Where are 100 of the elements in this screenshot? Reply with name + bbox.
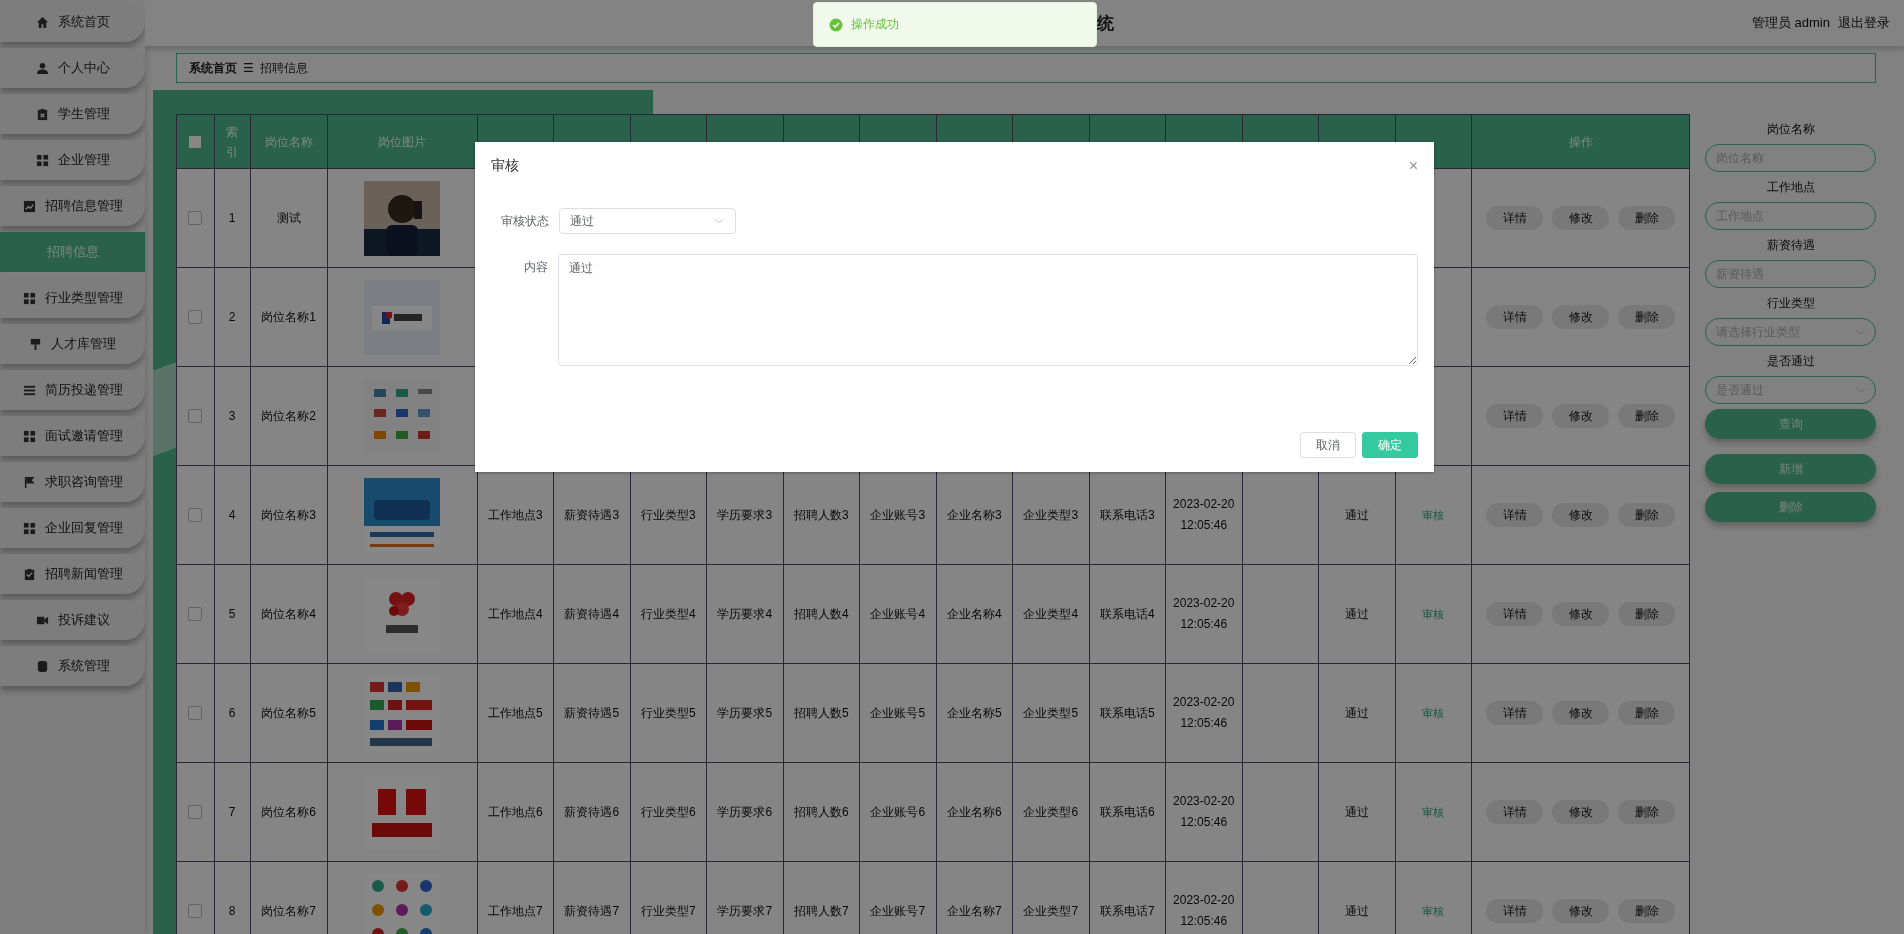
delete-button[interactable]: 删除 [1618, 503, 1675, 527]
sidebar-item[interactable]: 简历投递管理 [0, 370, 145, 410]
sidebar-item[interactable]: 求职咨询管理 [0, 462, 145, 502]
filter-label: 工作地点 [1765, 179, 1816, 196]
filter-label: 岗位名称 [1765, 121, 1816, 138]
table-cell: 企业名称5 [936, 663, 1013, 763]
app-title: 统 [1097, 12, 1115, 35]
sidebar-item[interactable]: 招聘信息管理 [0, 186, 145, 226]
status-select[interactable]: 通过 [559, 208, 736, 234]
sidebar-item[interactable]: 行业类型管理 [0, 278, 145, 318]
table-cell: 岗位名称1 [250, 267, 327, 367]
delete-button[interactable]: 删除 [1618, 602, 1675, 626]
delete-button[interactable]: 删除 [1618, 404, 1675, 428]
delete-button[interactable]: 删除 [1618, 701, 1675, 725]
row-checkbox[interactable] [188, 508, 202, 523]
details-button[interactable]: 详情 [1486, 899, 1543, 923]
select-all-checkbox[interactable] [189, 136, 201, 149]
table-cell: 薪资待遇5 [553, 663, 630, 763]
grid-icon [22, 521, 36, 535]
details-button[interactable]: 详情 [1486, 206, 1543, 230]
table-cell: 岗位名称5 [250, 663, 327, 763]
logout-link[interactable]: 退出登录 [1838, 14, 1890, 32]
edit-button[interactable]: 修改 [1552, 701, 1609, 725]
sidebar-item[interactable]: 学生管理 [0, 94, 145, 134]
table-cell: 2023-02-20 12:05:46 [1165, 564, 1242, 664]
sidebar-item[interactable]: 投诉建议 [0, 600, 145, 640]
chart-icon [22, 199, 36, 213]
table-cell: 招聘人数6 [783, 762, 860, 862]
row-checkbox[interactable] [188, 706, 202, 721]
audit-link[interactable]: 审核 [1422, 607, 1445, 620]
table-cell: 通过 [1318, 564, 1395, 664]
details-button[interactable]: 详情 [1486, 800, 1543, 824]
edit-button[interactable]: 修改 [1552, 305, 1609, 329]
person-icon [35, 61, 49, 75]
audit-link[interactable]: 审核 [1422, 706, 1445, 719]
delete-button[interactable]: 删除 [1618, 800, 1675, 824]
table-cell: 岗位名称2 [250, 366, 327, 466]
delete-button[interactable]: 删除 [1618, 305, 1675, 329]
table-cell: 联系电话4 [1089, 564, 1166, 664]
details-button[interactable]: 详情 [1486, 404, 1543, 428]
clipboard-icon [35, 107, 49, 121]
edit-button[interactable]: 修改 [1552, 899, 1609, 923]
grid-icon [22, 291, 36, 305]
grid-icon [35, 153, 49, 167]
details-button[interactable]: 详情 [1486, 602, 1543, 626]
column-header: 操作 [1471, 114, 1690, 169]
edit-button[interactable]: 修改 [1552, 800, 1609, 824]
table-cell: 联系电话5 [1089, 663, 1166, 763]
edit-button[interactable]: 修改 [1552, 206, 1609, 230]
table-cell: 2 [214, 267, 250, 367]
table-cell: 企业类型5 [1012, 663, 1089, 763]
sidebar-item[interactable]: 招聘新闻管理 [0, 554, 145, 594]
table-cell: 企业类型4 [1012, 564, 1089, 664]
delete-button[interactable]: 删除 [1618, 899, 1675, 923]
table-cell: 岗位名称6 [250, 762, 327, 862]
breadcrumb-link[interactable]: 系统首页 [189, 59, 237, 77]
row-checkbox[interactable] [188, 607, 202, 622]
row-checkbox[interactable] [188, 211, 202, 226]
content-field[interactable]: 通过 [558, 254, 1418, 366]
sidebar-item[interactable]: 人才库管理 [0, 324, 145, 364]
delete-button[interactable]: 删除 [1618, 206, 1675, 230]
table-cell: 行业类型4 [630, 564, 707, 664]
close-button[interactable]: × [1408, 153, 1418, 179]
audit-link[interactable]: 审核 [1422, 805, 1445, 818]
table-cell: 测试 [250, 168, 327, 268]
check-circle-icon [829, 17, 843, 32]
cancel-button[interactable]: 取消 [1300, 432, 1356, 458]
column-header: 岗位名称 [250, 114, 327, 169]
details-button[interactable]: 详情 [1486, 503, 1543, 527]
details-button[interactable]: 详情 [1486, 305, 1543, 329]
field-label: 内容 [523, 259, 549, 276]
admin-label: 管理员 admin [1751, 14, 1830, 32]
table-cell: 行业类型5 [630, 663, 707, 763]
flag-icon [22, 475, 36, 489]
table-cell: 企业账号4 [859, 564, 936, 664]
table-cell: 3 [214, 366, 250, 466]
row-checkbox[interactable] [188, 904, 202, 919]
edit-button[interactable]: 修改 [1552, 404, 1609, 428]
column-header: 索引 [214, 114, 250, 169]
table-cell: 2023-02-20 12:05:46 [1165, 762, 1242, 862]
sidebar-item[interactable]: 系统管理 [0, 646, 145, 686]
table-cell: 招聘人数4 [783, 564, 860, 664]
audit-link[interactable]: 审核 [1422, 508, 1445, 521]
field-label: 审核状态 [500, 213, 549, 230]
sidebar-item[interactable]: 企业回复管理 [0, 508, 145, 548]
signpost-icon [29, 337, 42, 351]
row-checkbox[interactable] [188, 310, 202, 325]
edit-button[interactable]: 修改 [1552, 602, 1609, 626]
success-toast: 操作成功 [813, 2, 1097, 47]
audit-link[interactable]: 审核 [1422, 904, 1445, 917]
edit-button[interactable]: 修改 [1552, 503, 1609, 527]
sidebar-item[interactable]: 系统首页 [0, 2, 145, 42]
details-button[interactable]: 详情 [1486, 701, 1543, 725]
table-cell: 企业类型6 [1012, 762, 1089, 862]
clipboard-icon [22, 567, 36, 581]
sidebar-item[interactable]: 个人中心 [0, 48, 145, 88]
sidebar-item[interactable]: 面试邀请管理 [0, 416, 145, 456]
row-checkbox[interactable] [188, 805, 202, 820]
sidebar-item[interactable]: 企业管理 [0, 140, 145, 180]
row-checkbox[interactable] [188, 409, 202, 424]
